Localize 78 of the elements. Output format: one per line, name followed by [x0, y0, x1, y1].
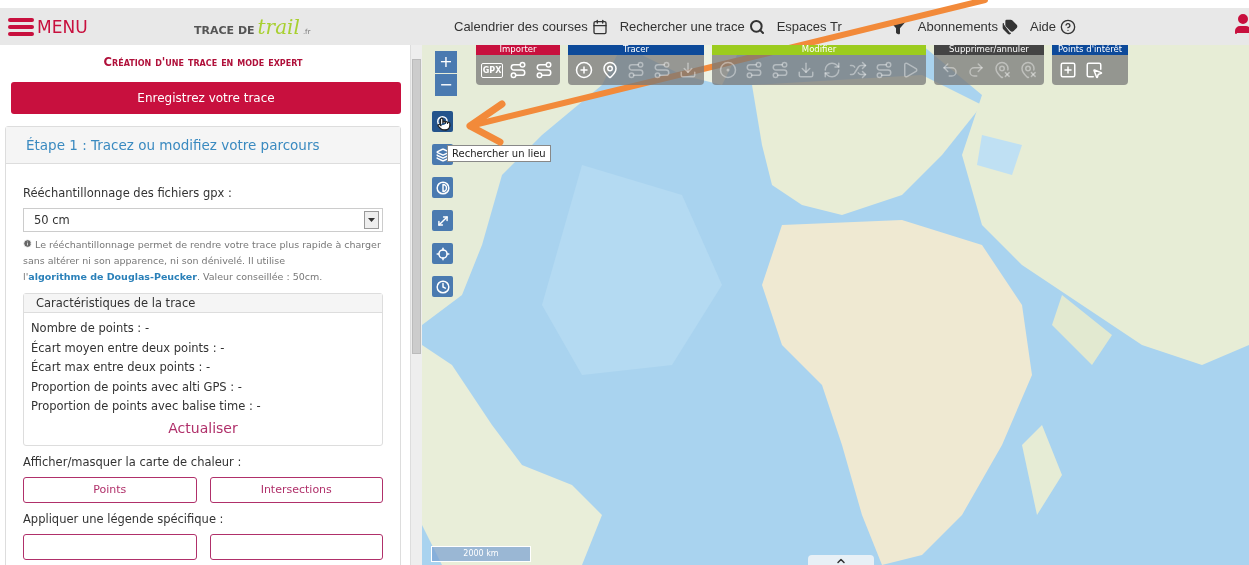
resample-select[interactable]: 50 cm — [23, 208, 383, 232]
heatmap-button[interactable]: Points — [23, 476, 197, 503]
scrollbar-thumb[interactable] — [412, 59, 421, 354]
step-title: Étape 1 : Tracez ou modifiez votre parcours — [6, 127, 400, 164]
stats-title: Caractéristiques de la trace — [24, 294, 382, 313]
nav-link[interactable]: Rechercher une trace — [619, 18, 765, 35]
route-icon — [535, 61, 553, 79]
save-button[interactable]: Enregistrez votre trace — [11, 82, 401, 114]
page-title: Création d'une trace en mode expert — [102, 55, 304, 69]
cursor-square-icon — [1085, 61, 1103, 79]
crosshair-icon — [435, 246, 450, 261]
locate-button[interactable] — [432, 243, 453, 264]
heatmap-button[interactable]: Intersections — [209, 476, 383, 503]
download-icon — [797, 61, 815, 79]
tool-button[interactable] — [573, 59, 595, 81]
pin-delete-icon — [1019, 61, 1037, 79]
logo-script: trail — [257, 14, 300, 39]
tool-group-title: Supprimer/annuler — [934, 45, 1044, 55]
logo-text: TRACE DE — [194, 23, 255, 37]
route-icon — [653, 61, 671, 79]
route-icon — [509, 61, 527, 79]
tags-icon — [1001, 18, 1018, 35]
caret-icon — [368, 218, 375, 222]
route-icon — [875, 61, 893, 79]
pin-delete-icon — [993, 61, 1011, 79]
undo-icon — [941, 61, 959, 79]
expand-button[interactable] — [432, 210, 453, 231]
nav-link[interactable]: Aide — [1029, 18, 1076, 35]
field-label: Afficher/masquer la carte de chaleur : — [23, 454, 243, 469]
tool-group-title: Points d'intérêt — [1052, 45, 1129, 55]
scale-bar: 2000 km — [431, 546, 531, 562]
tool-group-title: Tracer — [568, 45, 704, 55]
legend-button[interactable] — [209, 533, 383, 560]
stat-line: Proportion de points avec alti GPS : - — [31, 378, 243, 396]
shuffle-icon — [849, 61, 867, 79]
play-icon — [901, 61, 919, 79]
tool-group-title: Modifier — [712, 45, 926, 55]
help-icon — [1060, 18, 1076, 35]
download-icon — [679, 61, 697, 79]
add-square-icon — [1059, 61, 1077, 79]
tooltip: Rechercher un lieu — [447, 145, 551, 162]
clock-icon — [435, 279, 450, 294]
stat-line: Proportion de points avec balise time : - — [31, 398, 262, 415]
nav-link[interactable]: Calendrier des courses — [454, 18, 608, 35]
field-label: Appliquer une légende spécifique : — [23, 511, 225, 526]
layers-icon — [435, 147, 450, 162]
scrollbar[interactable] — [410, 45, 422, 565]
pin-icon — [601, 61, 619, 79]
field-label: Rééchantillonnage des fichiers gpx : — [23, 186, 233, 200]
route-icon — [745, 61, 763, 79]
stat-line: Écart max entre deux points : - — [31, 358, 212, 376]
stat-line: Nombre de points : - — [31, 320, 151, 337]
clock-button[interactable] — [432, 276, 453, 297]
algorithm-link[interactable]: algorithme de Douglas-Peucker — [28, 271, 197, 282]
plus-circle-icon — [575, 61, 593, 79]
nav-link[interactable]: Espaces Tr — [776, 18, 906, 35]
legend-button[interactable] — [23, 533, 197, 560]
circle-icon — [719, 61, 737, 79]
menu-button[interactable]: MENU — [8, 16, 194, 37]
zoom-in-button[interactable]: + — [435, 51, 457, 73]
stat-line: Écart moyen entre deux points : - — [31, 339, 226, 357]
refresh-link[interactable]: Actualiser — [168, 416, 238, 439]
tool-group-title: Importer — [476, 45, 560, 55]
collapse-button[interactable] — [808, 555, 874, 565]
refresh-icon — [823, 61, 841, 79]
nav-link[interactable]: Abonnements — [917, 18, 1018, 35]
contrast-icon — [435, 180, 450, 195]
diagonal-arrow-icon — [435, 213, 450, 228]
help-text: Le rééchantillonnage permet de rendre votre trace plus rapide à charger sans altérer ni son apparence, ni son dénivelé. Il utilise l'algorithme de Douglas-Peucker. Valeur conseillée : 50cm. — [23, 238, 382, 284]
calendar-icon — [591, 18, 608, 35]
route-icon — [771, 61, 789, 79]
search-icon — [748, 18, 765, 35]
route-icon — [627, 61, 645, 79]
contrast-button[interactable] — [432, 177, 453, 198]
menu-icon — [8, 16, 34, 37]
info-icon — [23, 239, 32, 248]
zoom-out-button[interactable]: − — [435, 74, 457, 96]
redo-icon — [967, 61, 985, 79]
